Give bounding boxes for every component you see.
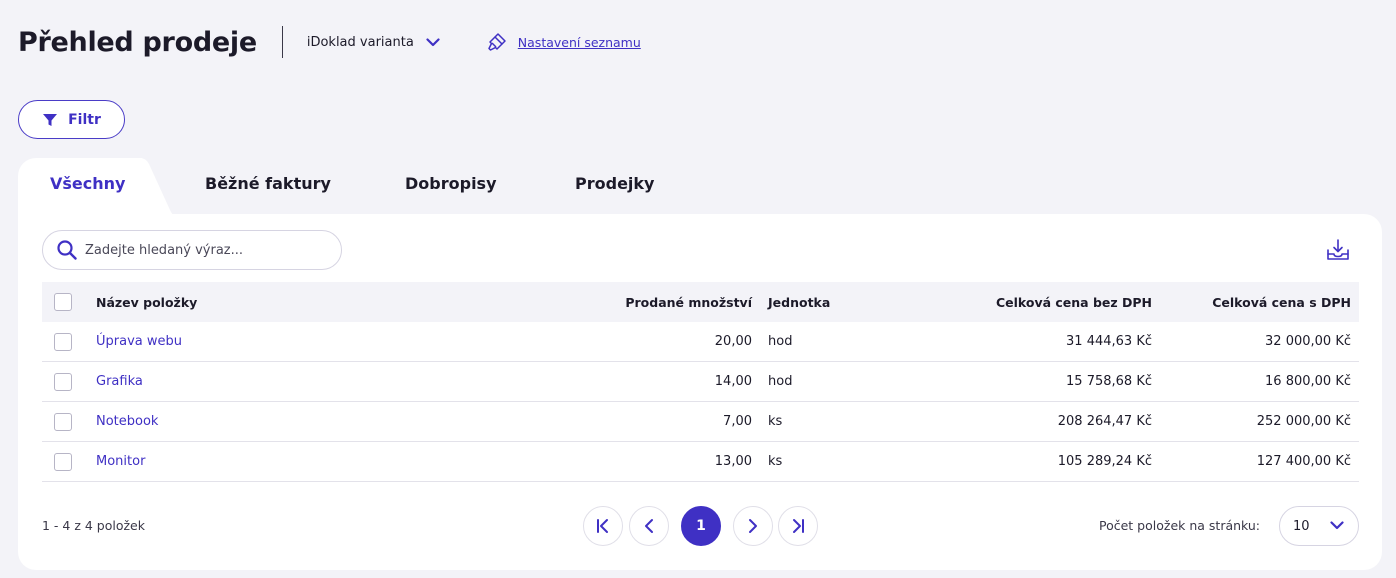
search-box [42,230,342,270]
item-net-price: 208 264,47 Kč [1057,414,1152,429]
tab-all[interactable]: Všechny [50,174,125,193]
filter-icon [43,113,58,126]
item-name-link[interactable]: Grafika [96,374,143,389]
item-net-price: 31 444,63 Kč [1066,334,1152,349]
item-unit: ks [768,414,783,429]
item-net-price: 105 289,24 Kč [1057,454,1152,469]
first-page-icon [597,519,608,533]
page-header: Přehled prodeje iDoklad varianta Nastave… [18,22,641,62]
tab-credit-notes[interactable]: Dobropisy [405,174,497,193]
item-name-link[interactable]: Notebook [96,414,158,429]
column-header-unit[interactable]: Jednotka [768,295,830,310]
item-count: 1 - 4 z 4 položek [42,518,145,533]
column-header-net-price[interactable]: Celková cena bez DPH [996,295,1152,310]
page-title: Přehled prodeje [18,26,257,58]
item-unit: hod [768,334,793,349]
column-header-gross-price[interactable]: Celková cena s DPH [1212,295,1351,310]
filter-label: Filtr [68,111,101,128]
variant-dropdown[interactable]: iDoklad varianta [307,35,440,50]
filter-button[interactable]: Filtr [18,100,125,139]
table-row: Grafika 14,00 hod 15 758,68 Kč 16 800,00… [42,362,1359,402]
item-quantity: 14,00 [714,374,752,389]
variant-label: iDoklad varianta [306,34,414,50]
row-checkbox[interactable] [54,452,72,471]
table-row: Úprava webu 20,00 hod 31 444,63 Kč 32 00… [42,322,1359,362]
next-page-button[interactable] [733,506,773,546]
select-all-checkbox[interactable] [54,293,72,311]
chevron-down-icon [1330,521,1344,530]
item-gross-price: 16 800,00 Kč [1265,374,1351,389]
prev-page-icon [645,519,653,533]
list-settings-link[interactable]: Nastavení seznamu [518,35,641,50]
per-page-label: Počet položek na stránku: [1099,518,1261,533]
item-quantity: 13,00 [714,454,752,469]
active-tab-slant [140,158,174,216]
item-quantity: 20,00 [714,334,752,349]
item-gross-price: 127 400,00 Kč [1256,454,1351,469]
row-checkbox[interactable] [54,332,72,351]
item-gross-price: 252 000,00 Kč [1256,414,1351,429]
item-net-price: 15 758,68 Kč [1066,374,1152,389]
item-unit: hod [768,374,793,389]
prev-page-button[interactable] [629,506,669,546]
row-checkbox[interactable] [54,412,72,431]
header-divider [281,26,283,58]
column-header-quantity[interactable]: Prodané množství [625,295,752,310]
item-name-link[interactable]: Úprava webu [96,334,182,349]
item-name-link[interactable]: Monitor [96,454,145,469]
export-button[interactable] [1326,238,1350,266]
brush-icon [488,33,506,51]
per-page-select[interactable]: 10 [1279,506,1359,546]
item-gross-price: 32 000,00 Kč [1265,334,1351,349]
search-input[interactable] [85,242,325,258]
table-header: Název položky Prodané množství Jednotka … [42,282,1359,322]
search-icon [57,240,77,260]
tab-receipts[interactable]: Prodejky [575,174,654,193]
page-button-current[interactable]: 1 [681,506,721,546]
table-row: Monitor 13,00 ks 105 289,24 Kč 127 400,0… [42,442,1359,482]
download-icon [1327,239,1349,260]
column-header-name[interactable]: Název položky [96,295,197,310]
next-page-icon [749,519,757,533]
sales-table: Název položky Prodané množství Jednotka … [42,282,1359,482]
item-quantity: 7,00 [723,414,752,429]
per-page-value: 10 [1293,518,1310,534]
tab-regular-invoices[interactable]: Běžné faktury [205,174,331,193]
list-settings[interactable]: Nastavení seznamu [486,31,641,53]
first-page-button[interactable] [583,506,623,546]
last-page-button[interactable] [778,506,818,546]
last-page-icon [793,519,804,533]
row-checkbox[interactable] [54,372,72,391]
item-unit: ks [768,454,783,469]
chevron-down-icon [426,37,440,46]
table-row: Notebook 7,00 ks 208 264,47 Kč 252 000,0… [42,402,1359,442]
